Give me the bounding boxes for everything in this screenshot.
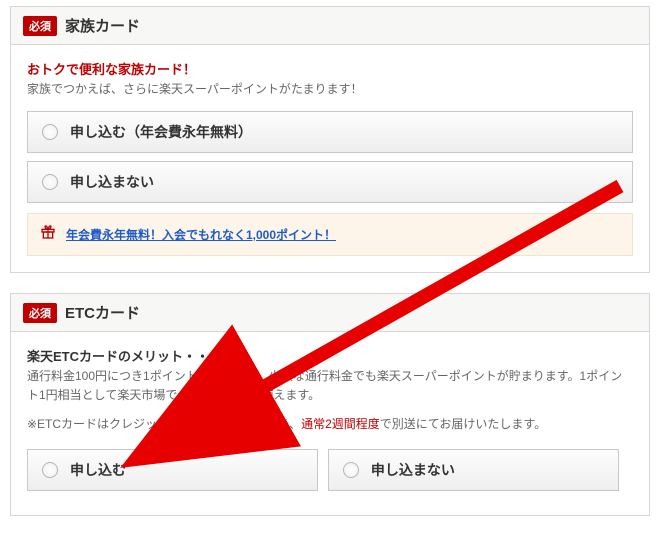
family-sublead: 家族でつかえば、さらに楽天スーパーポイントがたまります！ bbox=[27, 80, 633, 97]
etc-not-apply-option[interactable]: 申し込まない bbox=[328, 449, 619, 491]
family-promo-box: 年会費永年無料！入会でもれなく1,000ポイント！ bbox=[27, 213, 633, 256]
family-lead: おトクで便利な家族カード！ bbox=[27, 59, 633, 78]
etc-note-red: 通常2週間程度 bbox=[301, 417, 380, 431]
family-card-header: 必須 家族カード bbox=[11, 7, 649, 45]
family-apply-option[interactable]: 申し込む（年会費永年無料） bbox=[27, 111, 633, 153]
etc-card-header: 必須 ETCカード bbox=[11, 294, 649, 332]
etc-card-body: 楽天ETCカードのメリット・・ 通行料金100円につき1ポイントたまるので、少額… bbox=[11, 332, 649, 515]
family-card-section: 必須 家族カード おトクで便利な家族カード！ 家族でつかえば、さらに楽天スーパー… bbox=[10, 6, 650, 273]
etc-merit-title: 楽天ETCカードのメリット・・ bbox=[27, 346, 633, 365]
radio-icon bbox=[343, 462, 359, 478]
family-promo-link[interactable]: 年会費永年無料！入会でもれなく1,000ポイント！ bbox=[66, 226, 336, 243]
family-card-title: 家族カード bbox=[65, 15, 140, 36]
etc-apply-option[interactable]: 申し込む bbox=[27, 449, 318, 491]
etc-card-title: ETCカード bbox=[65, 302, 140, 323]
etc-card-section: 必須 ETCカード 楽天ETCカードのメリット・・ 通行料金100円につき1ポイ… bbox=[10, 293, 650, 516]
etc-note-suffix: で別送にてお届けいたします。 bbox=[380, 417, 546, 431]
required-badge: 必須 bbox=[23, 303, 57, 323]
family-apply-label: 申し込む（年会費永年無料） bbox=[70, 122, 252, 142]
etc-not-apply-label: 申し込まない bbox=[371, 460, 455, 480]
gift-icon bbox=[40, 224, 56, 245]
radio-icon bbox=[42, 462, 58, 478]
radio-icon bbox=[42, 124, 58, 140]
etc-note: ※ETCカードはクレジットカードをお受け取り後、通常2週間程度で別送にてお届けい… bbox=[27, 415, 633, 434]
etc-merit-text: 通行料金100円につき1ポイントたまるので、少額な通行料金でも楽天スーパーポイン… bbox=[27, 367, 633, 405]
radio-icon bbox=[42, 174, 58, 190]
etc-apply-label: 申し込む bbox=[70, 460, 126, 480]
family-card-body: おトクで便利な家族カード！ 家族でつかえば、さらに楽天スーパーポイントがたまりま… bbox=[11, 45, 649, 272]
family-not-apply-label: 申し込まない bbox=[70, 172, 154, 192]
etc-note-prefix: ※ETCカードはクレジットカードをお受け取り後、 bbox=[27, 417, 301, 431]
required-badge: 必須 bbox=[23, 16, 57, 36]
family-not-apply-option[interactable]: 申し込まない bbox=[27, 161, 633, 203]
